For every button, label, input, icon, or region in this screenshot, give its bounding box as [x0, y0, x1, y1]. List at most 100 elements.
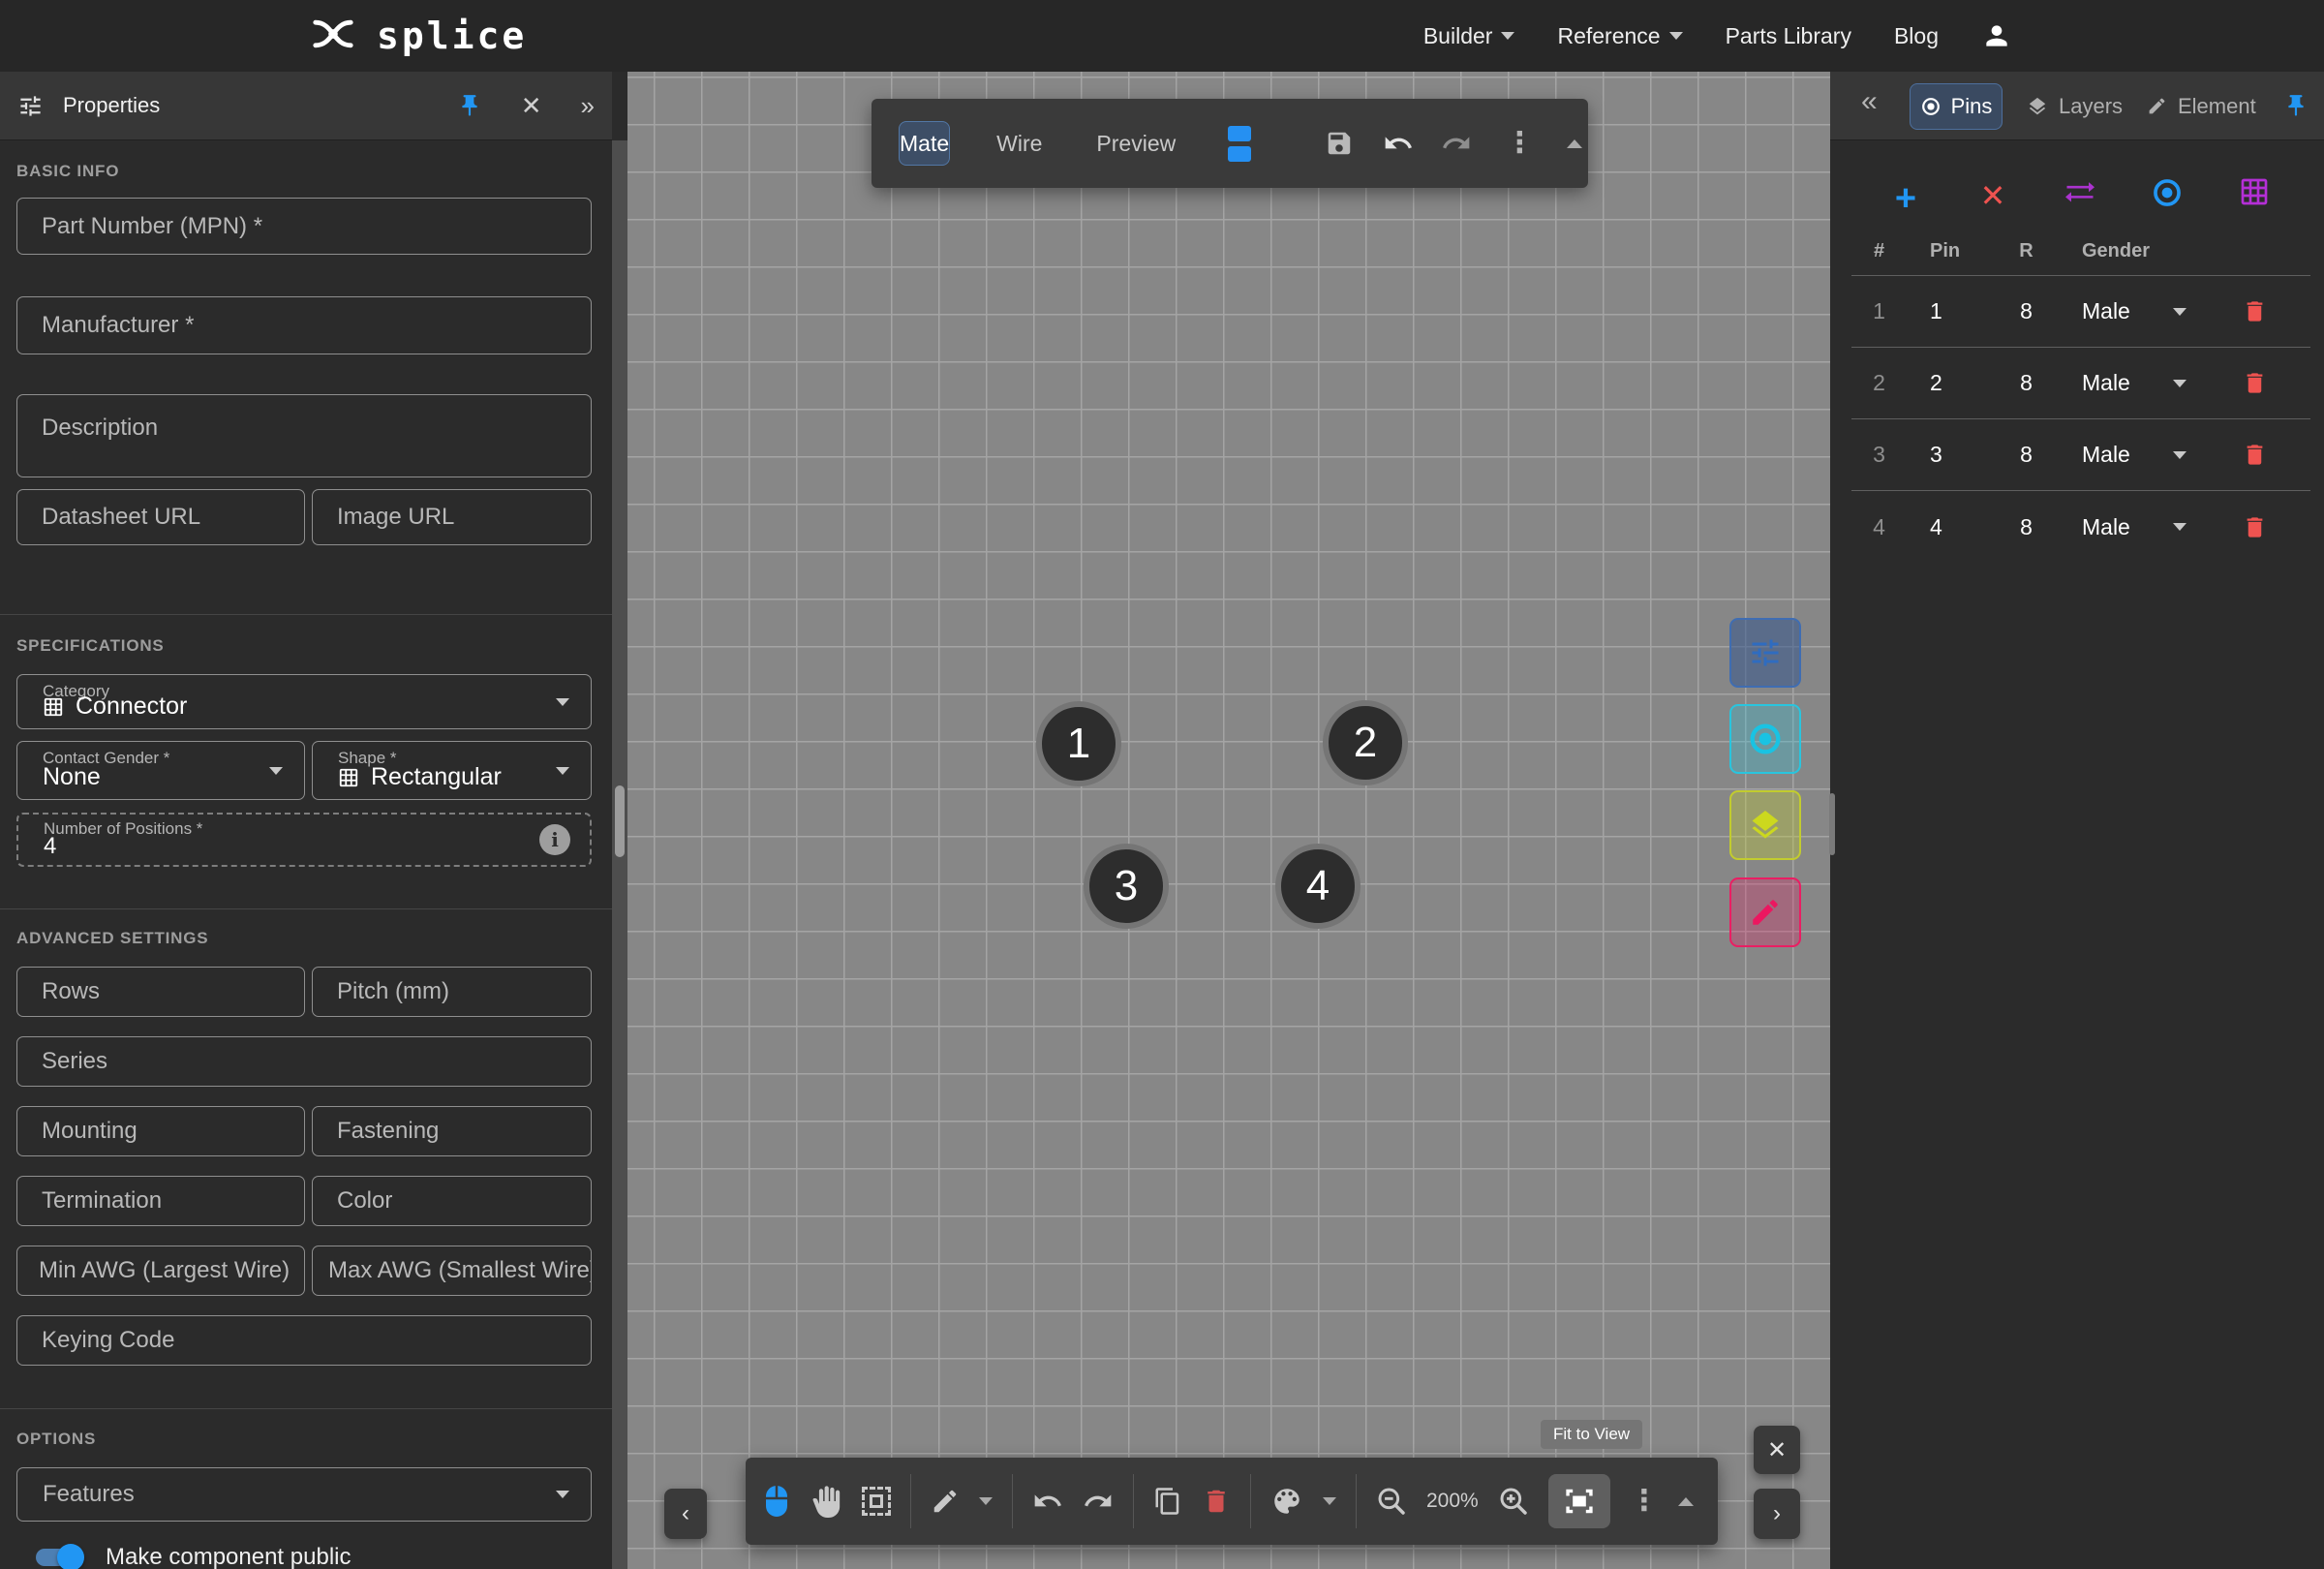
gender-select[interactable]: Male — [2070, 370, 2198, 396]
keying-code-input[interactable] — [16, 1315, 592, 1366]
shape-select[interactable]: Shape * Rectangular — [312, 741, 592, 800]
pin-number: 3 — [1115, 862, 1138, 910]
pin-panel-button[interactable] — [457, 93, 482, 118]
mouse-tool-button[interactable] — [763, 1484, 790, 1519]
pin-mode-button[interactable] — [2151, 176, 2184, 214]
make-public-toggle[interactable] — [36, 1549, 78, 1566]
save-button[interactable] — [1325, 129, 1354, 158]
mate-stack-icon[interactable] — [1228, 126, 1251, 162]
color-input[interactable] — [312, 1176, 592, 1226]
pins-tool-button[interactable] — [1729, 704, 1801, 774]
delete-pin-button[interactable] — [2242, 298, 2268, 324]
palette-button[interactable] — [1270, 1485, 1303, 1518]
scrollbar-thumb[interactable] — [615, 785, 625, 857]
pitch-input[interactable] — [312, 967, 592, 1017]
layers-tool-button[interactable] — [1729, 790, 1801, 860]
table-row[interactable]: 3 3 8 Male — [1851, 419, 2310, 491]
zoom-in-button[interactable] — [1498, 1486, 1529, 1517]
min-awg-input[interactable] — [16, 1246, 305, 1296]
edit-tool-button[interactable] — [1729, 877, 1801, 947]
fit-to-view-button[interactable] — [1548, 1474, 1610, 1528]
undo-button[interactable] — [1032, 1486, 1063, 1517]
collapse-toolbar-button[interactable] — [1678, 1497, 1694, 1506]
delete-pin-button[interactable] — [2242, 370, 2268, 396]
collapse-panel-button[interactable]: » — [581, 93, 595, 118]
nav-builder[interactable]: Builder — [1423, 23, 1515, 49]
gender-select[interactable]: Male — [2070, 298, 2198, 324]
category-select[interactable]: Category Connector — [16, 674, 592, 729]
nav-blog[interactable]: Blog — [1894, 23, 1939, 49]
target-icon — [1920, 96, 1942, 117]
rows-input[interactable] — [16, 967, 305, 1017]
panel-expand-right-button[interactable]: › — [1754, 1489, 1800, 1539]
max-awg-input[interactable] — [312, 1246, 592, 1296]
properties-panel: Properties ✕ » BASIC INFO SPECIFICATIONS… — [0, 72, 627, 1569]
table-row[interactable]: 4 4 8 Male — [1851, 491, 2310, 563]
image-url-input[interactable] — [312, 489, 592, 545]
zoom-level[interactable]: 200% — [1426, 1490, 1479, 1513]
manufacturer-input[interactable] — [16, 296, 592, 354]
description-input[interactable] — [16, 394, 592, 477]
expand-panel-button[interactable]: « — [1861, 85, 1878, 118]
collapse-toolbar-button[interactable] — [1567, 139, 1582, 148]
delete-pins-button[interactable]: ✕ — [1980, 180, 2006, 211]
panel-scrollbar[interactable] — [612, 140, 627, 1569]
design-canvas[interactable]: 1 2 3 4 — [627, 72, 1830, 1569]
palette-caret[interactable] — [1323, 1497, 1336, 1505]
draw-tool-button[interactable] — [931, 1487, 960, 1516]
tab-wire[interactable]: Wire — [996, 131, 1042, 157]
redo-button[interactable] — [1441, 128, 1472, 159]
canvas-pin-4[interactable]: 4 — [1275, 844, 1361, 929]
datasheet-url-input[interactable] — [16, 489, 305, 545]
pan-tool-button[interactable] — [810, 1485, 842, 1518]
features-select[interactable]: Features — [16, 1467, 592, 1522]
tab-layers[interactable]: Layers — [2027, 72, 2123, 140]
properties-tool-button[interactable] — [1729, 618, 1801, 688]
fastening-input[interactable] — [312, 1106, 592, 1156]
mounting-input[interactable] — [16, 1106, 305, 1156]
panel-collapse-left-button[interactable]: ‹ — [664, 1489, 707, 1539]
draw-tool-caret[interactable] — [979, 1497, 993, 1505]
undo-button[interactable] — [1383, 128, 1414, 159]
tab-pins[interactable]: Pins — [1910, 83, 2003, 130]
delete-pin-button[interactable] — [2242, 514, 2268, 540]
info-icon[interactable]: i — [539, 824, 570, 855]
pin-panel-button[interactable] — [2283, 93, 2309, 123]
series-input[interactable] — [16, 1036, 592, 1087]
pins-actions-row: + ✕ — [1830, 165, 2324, 232]
nav-reference[interactable]: Reference — [1557, 23, 1682, 49]
table-row[interactable]: 2 2 8 Male — [1851, 348, 2310, 419]
delete-button[interactable] — [1202, 1487, 1231, 1516]
splice-logo[interactable]: splice — [305, 0, 527, 72]
grid-view-button[interactable] — [2239, 176, 2270, 212]
tab-mate[interactable]: Mate — [899, 121, 950, 166]
marquee-select-button[interactable] — [862, 1487, 891, 1516]
delete-pin-button[interactable] — [2242, 442, 2268, 468]
zoom-out-button[interactable] — [1376, 1486, 1407, 1517]
positions-field[interactable]: Number of Positions * 4 i — [16, 813, 592, 867]
termination-input[interactable] — [16, 1176, 305, 1226]
canvas-pin-3[interactable]: 3 — [1084, 844, 1169, 929]
redo-icon — [1083, 1486, 1114, 1517]
swap-pins-button[interactable] — [2063, 174, 2097, 214]
more-options-button[interactable]: ⋮ — [1505, 129, 1534, 158]
gender-select[interactable]: Male — [2070, 442, 2198, 468]
account-button[interactable] — [1981, 20, 2012, 51]
redo-button[interactable] — [1083, 1486, 1114, 1517]
nav-parts-library[interactable]: Parts Library — [1726, 23, 1851, 49]
divider — [910, 1474, 911, 1528]
contact-gender-select[interactable]: Contact Gender * None — [16, 741, 305, 800]
canvas-scrollbar-thumb[interactable] — [1829, 793, 1835, 855]
close-panel-button[interactable]: ✕ — [521, 93, 542, 118]
copy-button[interactable] — [1153, 1487, 1182, 1516]
gender-select[interactable]: Male — [2070, 514, 2198, 540]
canvas-pin-2[interactable]: 2 — [1323, 700, 1408, 785]
canvas-pin-1[interactable]: 1 — [1036, 701, 1121, 786]
add-pin-button[interactable]: + — [1895, 180, 1916, 217]
tab-preview[interactable]: Preview — [1096, 131, 1176, 157]
part-number-input[interactable] — [16, 198, 592, 255]
table-row[interactable]: 1 1 8 Male — [1851, 276, 2310, 348]
more-options-button[interactable]: ⋮ — [1630, 1487, 1659, 1516]
close-button[interactable]: ✕ — [1754, 1426, 1800, 1474]
tab-element[interactable]: Element — [2147, 72, 2256, 140]
